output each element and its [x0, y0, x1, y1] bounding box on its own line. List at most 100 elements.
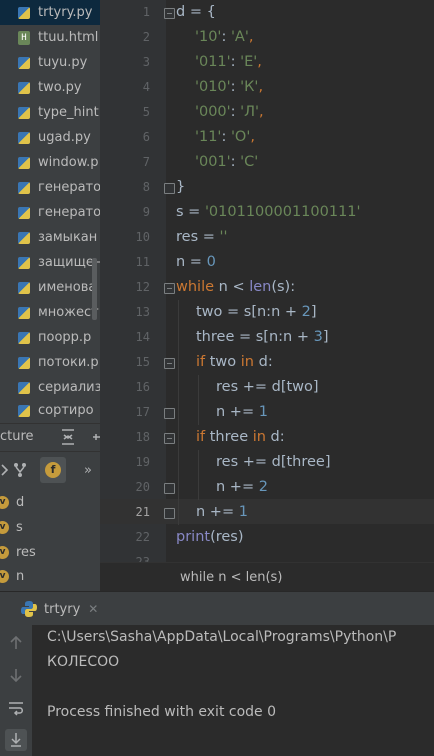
breadcrumb: while n < len(s) [100, 562, 434, 592]
python-file-icon [16, 5, 32, 21]
structure-item[interactable]: v s [0, 515, 23, 539]
fold-marker[interactable] [164, 8, 175, 19]
tree-item[interactable]: поорр.р [0, 325, 100, 350]
indent-guide [198, 450, 199, 500]
python-file-icon [16, 105, 32, 121]
line-number: 17 [135, 405, 150, 419]
scroll-to-end-icon[interactable] [5, 729, 27, 751]
fold-end-marker[interactable] [164, 408, 175, 419]
line-number: 21 [135, 505, 150, 519]
console-line: КОЛЕСОО [47, 654, 120, 670]
tree-item[interactable]: потоки.р [0, 350, 100, 375]
sort-icon[interactable] [0, 458, 10, 482]
tree-item[interactable]: защищен [0, 250, 100, 275]
tree-item[interactable]: H ttuu.html [0, 25, 100, 50]
tree-item-label: ugad.py [38, 130, 91, 145]
run-tab[interactable]: trtyry ✕ [0, 592, 98, 626]
tree-item-label: генерато [38, 180, 100, 195]
code-line: res += d[three] [216, 454, 331, 470]
line-number: 5 [142, 105, 150, 119]
fold-end-marker[interactable] [164, 508, 175, 519]
line-number: 19 [135, 455, 150, 469]
tree-item-label: замыкан [38, 230, 98, 245]
run-console-output[interactable]: C:\Users\Sasha\AppData\Local\Programs\Py… [32, 625, 434, 756]
code-line: '011': 'Е', [195, 54, 262, 70]
soft-wrap-icon[interactable] [7, 700, 25, 718]
fold-end-marker[interactable] [164, 483, 175, 494]
inherited-icon[interactable] [12, 458, 28, 482]
collapse-all-icon[interactable] [60, 427, 76, 447]
tree-item-label: two.py [38, 80, 82, 95]
variable-icon: v [0, 569, 9, 583]
html-file-icon: H [16, 30, 32, 46]
fold-marker[interactable] [164, 433, 175, 444]
tree-item[interactable]: trtyry.py [0, 0, 100, 25]
line-number: 13 [135, 305, 150, 319]
structure-header: cture [0, 423, 100, 452]
python-icon [20, 600, 38, 618]
tree-item[interactable]: замыкан [0, 225, 100, 250]
line-number: 18 [135, 430, 150, 444]
tree-item[interactable]: сортиро [0, 398, 100, 423]
tree-item[interactable]: window.p [0, 150, 100, 175]
run-tab-label: trtyry [44, 601, 81, 617]
show-fields-button[interactable]: f [40, 457, 66, 483]
tree-scrollbar[interactable] [92, 258, 97, 320]
code-line: d = { [176, 4, 216, 20]
line-number: 1 [142, 5, 150, 19]
tree-item-label: поорр.р [38, 330, 92, 345]
indent-guide [178, 300, 179, 525]
tree-item[interactable]: type_hint [0, 100, 100, 125]
python-file-icon [16, 80, 32, 96]
code-line: res += d[two] [216, 379, 319, 395]
code-line: three = s[n:n + 3] [196, 329, 329, 345]
arrow-up-icon[interactable] [7, 635, 25, 653]
code-line: two = s[n:n + 2] [196, 304, 317, 320]
structure-item[interactable]: v res [0, 540, 36, 564]
console-line: Process finished with exit code 0 [47, 704, 277, 720]
tree-item-label: сериализ [38, 380, 100, 395]
tree-item-label: защищен [38, 255, 100, 270]
tree-item[interactable]: именова [0, 275, 100, 300]
settings-icon[interactable] [90, 427, 100, 447]
breadcrumb-item[interactable]: while n < len(s) [180, 570, 282, 585]
code-line: '11': 'О', [195, 129, 255, 145]
tree-item[interactable]: множест [0, 300, 100, 325]
tree-item[interactable]: tuyu.py [0, 50, 100, 75]
tree-item-label: именова [38, 280, 97, 295]
variable-icon: v [0, 545, 9, 559]
close-icon[interactable]: ✕ [88, 602, 98, 616]
structure-item-label: n [16, 568, 25, 584]
tree-item[interactable]: two.py [0, 75, 100, 100]
fold-end-marker[interactable] [164, 183, 175, 194]
structure-title: cture [0, 429, 34, 444]
tree-item[interactable]: ugad.py [0, 125, 100, 150]
structure-item-label: d [16, 494, 25, 510]
python-file-icon [16, 330, 32, 346]
arrow-down-icon[interactable] [7, 667, 25, 685]
python-file-icon [16, 230, 32, 246]
tree-item[interactable]: генерато [0, 200, 100, 225]
structure-item-label: s [16, 519, 23, 535]
structure-list: v d v s v res v n [0, 487, 100, 591]
structure-item[interactable]: v d [0, 490, 24, 514]
line-number: 20 [135, 480, 150, 494]
code-line: print(res) [176, 529, 244, 545]
console-line: C:\Users\Sasha\AppData\Local\Programs\Py… [47, 629, 397, 645]
python-file-icon [16, 155, 32, 171]
python-file-icon [16, 180, 32, 196]
tree-item-label: генерато [38, 205, 100, 220]
variable-icon: v [0, 495, 9, 509]
tree-item-label: tuyu.py [38, 55, 88, 70]
tree-item[interactable]: генерато [0, 175, 100, 200]
fold-marker[interactable] [164, 358, 175, 369]
tree-item[interactable]: сериализ [0, 375, 100, 400]
more-button[interactable]: » [80, 458, 96, 482]
structure-item[interactable]: v n [0, 564, 24, 588]
python-file-icon [16, 55, 32, 71]
project-tree-panel: trtyry.py H ttuu.html tuyu.py two.py typ… [0, 0, 100, 423]
line-number: 6 [142, 130, 150, 144]
tree-item-label: window.p [38, 155, 99, 170]
fold-marker[interactable] [164, 283, 175, 294]
line-number: 2 [142, 30, 150, 44]
